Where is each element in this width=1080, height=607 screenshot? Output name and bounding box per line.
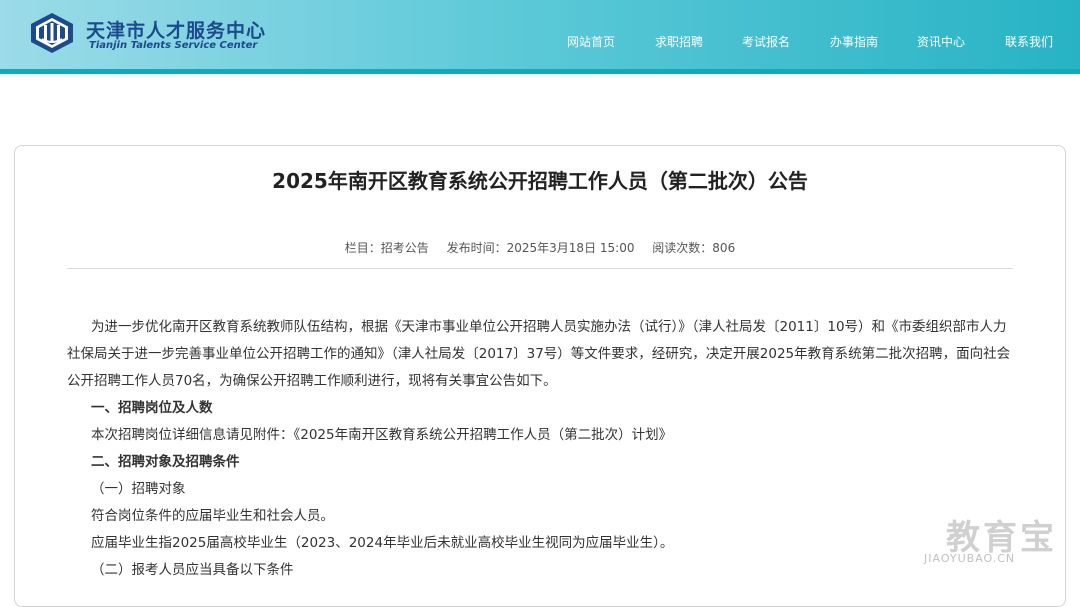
main-nav: 网站首页 求职招聘 考试报名 办事指南 资讯中心 联系我们 (0, 33, 1080, 51)
watermark-url-text: JIAOYUBAO.CN (924, 552, 1016, 565)
section-heading-positions: 一、招聘岗位及人数 (91, 400, 213, 416)
subheading-applicants: （一）招聘对象 (91, 481, 186, 497)
article-title: 2025年南开区教育系统公开招聘工作人员（第二批次）公告 (272, 169, 808, 193)
subheading-requirements: （二）报考人员应当具备以下条件 (91, 562, 294, 578)
nav-home[interactable]: 网站首页 (567, 33, 615, 50)
section-heading-eligibility: 二、招聘对象及招聘条件 (91, 454, 240, 470)
meta-published-time: 发布时间：2025年3月18日 15:00 (446, 241, 635, 255)
nav-service-guide[interactable]: 办事指南 (830, 33, 878, 50)
nav-exam-registration[interactable]: 考试报名 (742, 33, 790, 50)
header-underline (0, 69, 1080, 74)
site-header: 天津市人才服务中心 Tianjin Talents Service Center… (0, 0, 1080, 69)
meta-column: 栏目：招考公告 (344, 241, 429, 255)
article-body: 为进一步优化南开区教育系统教师队伍结构，根据《天津市事业单位公开招聘人员实施办法… (67, 314, 1013, 584)
nav-contact-us[interactable]: 联系我们 (1005, 33, 1053, 50)
applicants-text: 符合岗位条件的应届毕业生和社会人员。 (91, 508, 334, 524)
title-divider (67, 268, 1013, 269)
nav-news-center[interactable]: 资讯中心 (917, 33, 965, 50)
meta-view-count: 阅读次数：806 (652, 241, 736, 255)
article-meta: 栏目：招考公告 发布时间：2025年3月18日 15:00 阅读次数：806 (0, 239, 1080, 256)
graduates-definition-text: 应届毕业生指2025届高校毕业生（2023、2024年毕业后未就业高校毕业生视同… (91, 535, 674, 551)
positions-attachment-text[interactable]: 本次招聘岗位详细信息请见附件：《2025年南开区教育系统公开招聘工作人员（第二批… (67, 422, 1013, 449)
nav-jobs[interactable]: 求职招聘 (655, 33, 703, 50)
intro-paragraph: 为进一步优化南开区教育系统教师队伍结构，根据《天津市事业单位公开招聘人员实施办法… (67, 319, 1011, 389)
